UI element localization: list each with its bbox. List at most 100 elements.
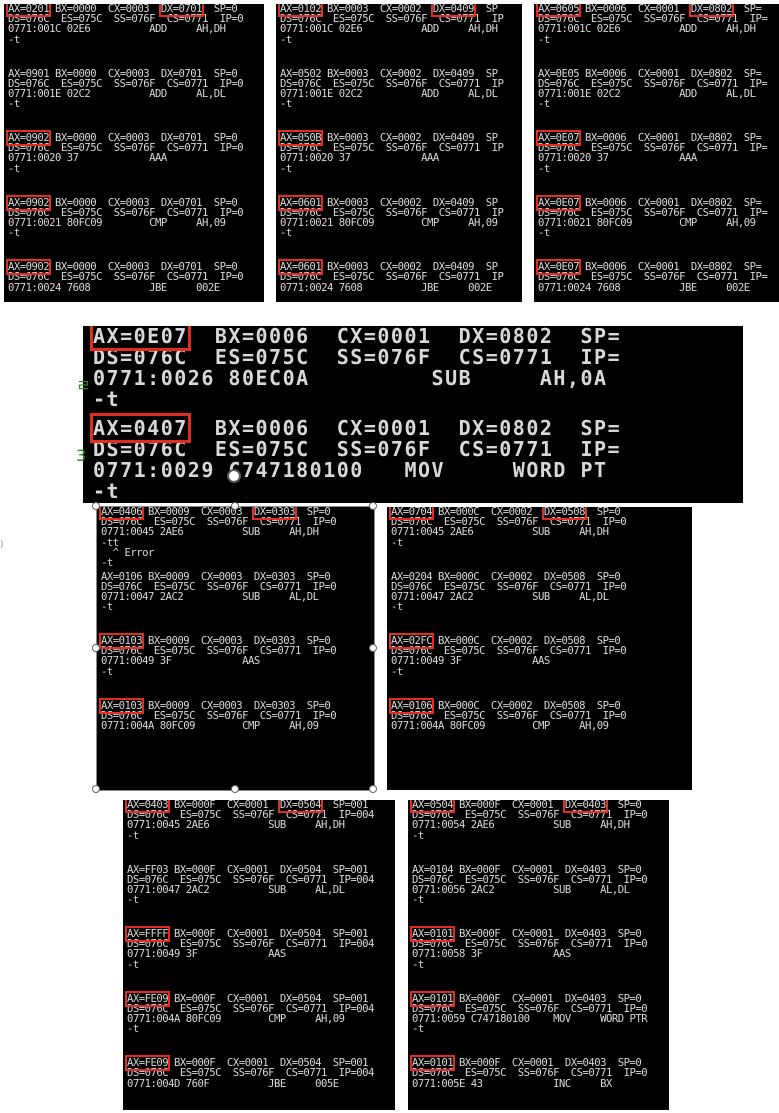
- instruction-line: 0771:004D 760F JBE 005E: [127, 1077, 339, 1090]
- command-prompt: -t: [127, 958, 139, 971]
- instruction-line: 0771:0020 37 AAA: [538, 152, 697, 165]
- instruction-line: 0771:0058 3F AAS: [412, 948, 571, 961]
- register-dump: AX=0102 BX=0003 CX=0002 DX=0409 SP DS=076…: [277, 4, 522, 46]
- command-prompt: -t: [391, 665, 403, 678]
- instruction-line: 0771:0020 37 AAA: [8, 152, 167, 165]
- register-dump: AX=0504 BX=000F CX=0001 DX=0403 SP=0 DS=0…: [409, 800, 669, 841]
- register-dump: AX=0E05 BX=0006 CX=0001 DX=0802 SP= DS=07…: [538, 68, 779, 111]
- terminal-output: AX=0504 BX=000F CX=0001 DX=0403 SP=0 DS=0…: [408, 800, 669, 1089]
- terminal-output: AX=0102 BX=0003 CX=0002 DX=0409 SP DS=076…: [276, 4, 522, 293]
- command-prompt: -t: [391, 601, 403, 614]
- register-dump: AX=FE09 BX=000F CX=0001 DX=0504 SP=001 DS…: [124, 990, 395, 1036]
- register-dump: AX=0106 BX=000C CX=0002 DX=0508 SP=0 DS=0…: [388, 697, 692, 733]
- instruction-line: 0771:0059 C747180100 MOV WORD PTR: [412, 1013, 648, 1026]
- instruction-line: 0771:0020 37 AAA: [280, 152, 439, 165]
- resize-handle-nw[interactable]: [92, 502, 100, 510]
- register-dump: AX=0E07 BX=0006 CX=0001 DX=0802 SP= DS=07…: [535, 194, 779, 240]
- instruction-line: 0771:0045 2AE6 SUB AH,DH: [127, 819, 345, 832]
- register-dump: AX=02FC BX=000C CX=0002 DX=0508 SP=0 DS=0…: [388, 633, 692, 678]
- instruction-line: 0771:001E 02C2 ADD AL,DL: [8, 87, 226, 100]
- instruction-line: 0771:0021 80FC09 CMP AH,09: [280, 217, 498, 230]
- register-dump: AX=0101 BX=000F CX=0001 DX=0403 SP=0 DS=0…: [409, 990, 669, 1035]
- command-prompt: -t: [538, 162, 550, 175]
- resize-handle-n[interactable]: [231, 502, 239, 510]
- rotate-handle-icon[interactable]: [227, 469, 241, 483]
- register-dump: AX=0204 BX=000C CX=0002 DX=0508 SP=0 DS=0…: [391, 571, 692, 614]
- register-line: AX=0E07 BX=0006 CX=0001 DX=0802 SP=: [90, 326, 743, 351]
- command-prompt: -t: [280, 227, 292, 240]
- register-dump: AX=0901 BX=0000 CX=0003 DX=0701 SP=0 DS=0…: [8, 68, 264, 111]
- register-dump: AX=0104 BX=000F CX=0001 DX=0403 SP=0 DS=0…: [412, 864, 669, 907]
- instruction-line: 0771:0024 7608 JBE 002E: [538, 281, 750, 294]
- command-prompt: -t: [8, 98, 20, 111]
- register-dump: AX=0902 BX=0000 CX=0003 DX=0701 SP=0 DS=0…: [5, 194, 264, 240]
- command-prompt: -t: [127, 829, 139, 842]
- instruction-line: 0771:001E 02C2 ADD AL,DL: [538, 87, 756, 100]
- command-prompt: -t: [8, 227, 20, 240]
- instruction-line: 0771:001C 02E6 ADD AH,DH: [538, 23, 756, 36]
- instruction-line: 0771:0024 7608 JBE 002E: [8, 281, 220, 294]
- register-dump: AX=0101 BX=000F CX=0001 DX=0403 SP=0 DS=0…: [409, 1055, 669, 1090]
- command-prompt: -t: [538, 98, 550, 111]
- command-prompt: -t: [280, 162, 292, 175]
- instruction-line: 0771:0049 3F AAS: [391, 655, 550, 668]
- instruction-line: 0771:0029 C747180100 MOV WORD PT: [93, 458, 608, 482]
- segment-register-line: DS=076C ES=075C SS=076F CS=0771 IP=: [93, 345, 622, 369]
- green-mark: 3: [76, 446, 87, 465]
- green-mark: ㄹ: [76, 376, 91, 395]
- debug-screenshot-2: AX=0102 BX=0003 CX=0002 DX=0409 SP DS=076…: [276, 4, 522, 302]
- command-prompt: -t: [412, 958, 424, 971]
- register-dump: AX=0403 BX=000F CX=0001 DX=0504 SP=001 DS…: [124, 800, 395, 842]
- command-prompt: -t: [8, 162, 20, 175]
- command-prompt: -t: [127, 894, 139, 907]
- register-dump: AX=0601 BX=0003 CX=0002 DX=0409 SP DS=076…: [277, 194, 522, 240]
- register-dump: AX=0407 BX=0006 CX=0001 DX=0802 SP= DS=07…: [90, 413, 743, 502]
- resize-handle-ne[interactable]: [369, 502, 377, 510]
- instruction-line: 0771:0054 2AE6 SUB AH,DH: [412, 819, 630, 832]
- instruction-line: 0771:0021 80FC09 CMP AH,09: [8, 217, 226, 230]
- register-dump: AX=050B BX=0003 CX=0002 DX=0409 SP DS=076…: [277, 130, 522, 175]
- register-line: AX=0407 BX=0006 CX=0001 DX=0802 SP=: [90, 413, 743, 443]
- resize-handle-sw[interactable]: [92, 785, 100, 793]
- resize-handle-e[interactable]: [369, 644, 377, 652]
- register-dump: AX=FF03 BX=000F CX=0001 DX=0504 SP=001 DS…: [127, 864, 395, 907]
- command-prompt: -t: [127, 1023, 139, 1036]
- command-prompt: -t: [412, 894, 424, 907]
- instruction-line: 0771:004A 80FC09 CMP AH,09: [127, 1013, 345, 1026]
- instruction-line: 0771:0024 7608 JBE 002E: [280, 281, 492, 294]
- command-prompt: -t: [538, 227, 550, 240]
- paragraph-mark: ): [0, 540, 4, 550]
- command-prompt: -t: [280, 33, 292, 46]
- terminal-output: AX=0403 BX=000F CX=0001 DX=0504 SP=001 DS…: [123, 800, 395, 1089]
- segment-register-line: DS=076C ES=075C SS=076F CS=0771 IP=: [93, 437, 622, 461]
- command-prompt: -t: [538, 33, 550, 46]
- register-dump: AX=0605 BX=0006 CX=0001 DX=0802 SP= DS=07…: [535, 4, 779, 46]
- instruction-line: 0771:0049 3F AAS: [127, 948, 286, 961]
- command-prompt: -t: [391, 536, 403, 549]
- instruction-line: 0771:001C 02E6 ADD AH,DH: [280, 23, 498, 36]
- image-selection-frame[interactable]: [96, 506, 375, 791]
- terminal-output: AX=0201 BX=0000 CX=0003 DX=0701 SP=0 DS=0…: [4, 4, 264, 293]
- register-dump: AX=0502 BX=0003 CX=0002 DX=0409 SP DS=076…: [280, 68, 522, 111]
- resize-handle-se[interactable]: [369, 785, 377, 793]
- debug-screenshot-7: AX=0403 BX=000F CX=0001 DX=0504 SP=001 DS…: [123, 800, 395, 1110]
- instruction-line: 0771:0021 80FC09 CMP AH,09: [538, 217, 756, 230]
- instruction-line: 0771:005E 43 INC BX: [412, 1077, 612, 1090]
- instruction-line: 0771:0056 2AC2 SUB AL,DL: [412, 883, 630, 896]
- debug-screenshot-6: AX=0704 BX=000C CX=0002 DX=0508 SP=0 DS=0…: [387, 507, 692, 790]
- instruction-line: 0771:004A 80FC09 CMP AH,09: [391, 720, 609, 733]
- instruction-line: 0771:0045 2AE6 SUB AH,DH: [391, 526, 609, 539]
- register-dump: AX=0902 BX=0000 CX=0003 DX=0701 SP=0 DS=0…: [5, 130, 264, 175]
- instruction-line: 0771:0047 2AC2 SUB AL,DL: [391, 590, 609, 603]
- command-prompt: -t: [280, 98, 292, 111]
- register-dump: AX=0E07 BX=0006 CX=0001 DX=0802 SP= DS=07…: [90, 326, 743, 410]
- register-dump: AX=0E07 BX=0006 CX=0001 DX=0802 SP= DS=07…: [535, 130, 779, 175]
- instruction-line: 0771:0026 80EC0A SUB AH,0A: [93, 366, 608, 390]
- command-prompt: -t: [8, 33, 20, 46]
- register-dump: AX=0E07 BX=0006 CX=0001 DX=0802 SP= DS=07…: [535, 259, 779, 294]
- resize-handle-w[interactable]: [92, 644, 100, 652]
- resize-handle-s[interactable]: [231, 785, 239, 793]
- register-dump: AX=0101 BX=000F CX=0001 DX=0403 SP=0 DS=0…: [409, 926, 669, 971]
- instruction-line: 0771:001E 02C2 ADD AL,DL: [280, 87, 498, 100]
- debug-screenshot-zoomed: AX=0E07 BX=0006 CX=0001 DX=0802 SP= DS=07…: [83, 326, 743, 503]
